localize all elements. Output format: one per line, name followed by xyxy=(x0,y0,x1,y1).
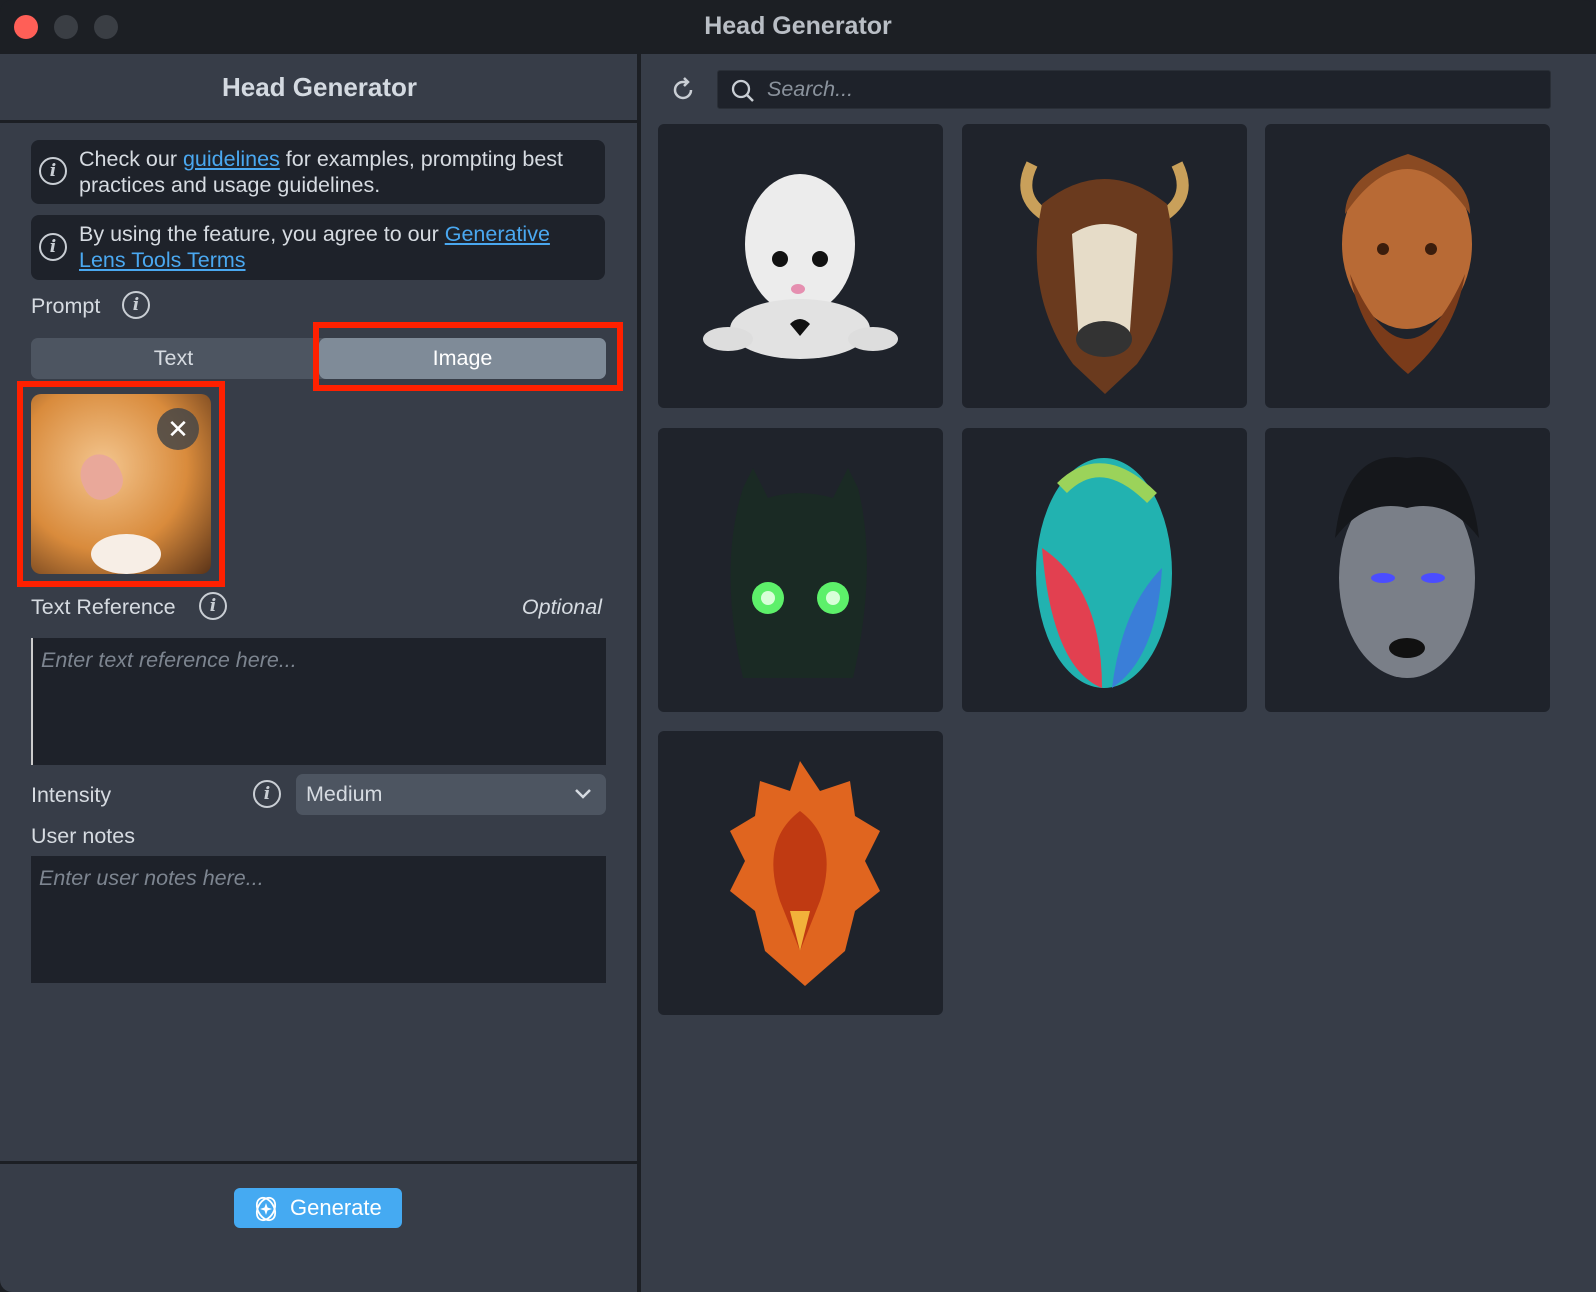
intensity-dropdown[interactable]: Medium xyxy=(296,774,606,815)
parrot-head-image xyxy=(1036,458,1172,688)
phoenix-head-image xyxy=(730,761,880,986)
green-mask-head-image xyxy=(730,468,867,678)
intensity-info-icon[interactable]: i xyxy=(253,780,281,808)
optional-label: Optional xyxy=(521,595,602,619)
divider xyxy=(0,120,639,123)
sparkle-icon xyxy=(255,1196,277,1222)
terms-info: i By using the feature, you agree to our… xyxy=(31,215,605,280)
search-input[interactable]: Search... xyxy=(717,70,1551,109)
generate-label: Generate xyxy=(290,1195,382,1220)
text-reference-input[interactable]: Enter text reference here... xyxy=(31,638,606,765)
prompt-label: Prompt xyxy=(31,294,101,318)
panel-title: Head Generator xyxy=(221,72,418,102)
guidelines-info: i Check our guidelines for examples, pro… xyxy=(31,140,605,204)
result-tile-bronze-man[interactable] xyxy=(1265,124,1550,408)
generate-button[interactable]: Generate xyxy=(234,1188,402,1228)
info-icon: i xyxy=(39,233,67,261)
guidelines-link[interactable]: guidelines xyxy=(183,147,280,171)
result-tile-green-mask[interactable] xyxy=(658,428,943,712)
grey-woman-head-image xyxy=(1335,457,1479,678)
chevron-down-icon xyxy=(575,789,591,799)
left-panel: Head Generator i Check our guidelines fo… xyxy=(0,54,639,1292)
ghost-head-image xyxy=(703,174,898,359)
search-placeholder: Search... xyxy=(767,77,854,101)
result-tile-parrot[interactable] xyxy=(962,428,1247,712)
refresh-icon[interactable] xyxy=(669,76,697,104)
window-title: Head Generator xyxy=(704,12,892,40)
text-reference-label: Text Reference xyxy=(31,595,176,619)
user-notes-label: User notes xyxy=(31,824,135,848)
title-bar: Head Generator xyxy=(0,0,1596,54)
info-text: By using the feature, you agree to our xyxy=(79,222,445,246)
highlight-box xyxy=(17,381,225,587)
info-text: Check our xyxy=(79,147,183,171)
result-tile-bison[interactable] xyxy=(962,124,1247,408)
info-icon: i xyxy=(39,157,67,185)
result-tile-ghost[interactable] xyxy=(658,124,943,408)
bronze-man-head-image xyxy=(1342,154,1472,374)
result-tile-phoenix[interactable] xyxy=(658,731,943,1015)
intensity-label: Intensity xyxy=(31,783,112,807)
prompt-info-icon[interactable]: i xyxy=(122,291,150,319)
highlight-box xyxy=(313,322,623,391)
text-reference-info-icon[interactable]: i xyxy=(199,592,227,620)
intensity-value: Medium xyxy=(306,782,383,806)
user-notes-input[interactable]: Enter user notes here... xyxy=(31,856,606,983)
bison-head-image xyxy=(1020,161,1189,394)
result-tile-grey-woman[interactable] xyxy=(1265,428,1550,712)
tab-text[interactable]: Text xyxy=(31,338,316,379)
search-icon xyxy=(731,79,754,102)
right-panel: Search... xyxy=(641,54,1596,1292)
divider xyxy=(0,1161,639,1164)
